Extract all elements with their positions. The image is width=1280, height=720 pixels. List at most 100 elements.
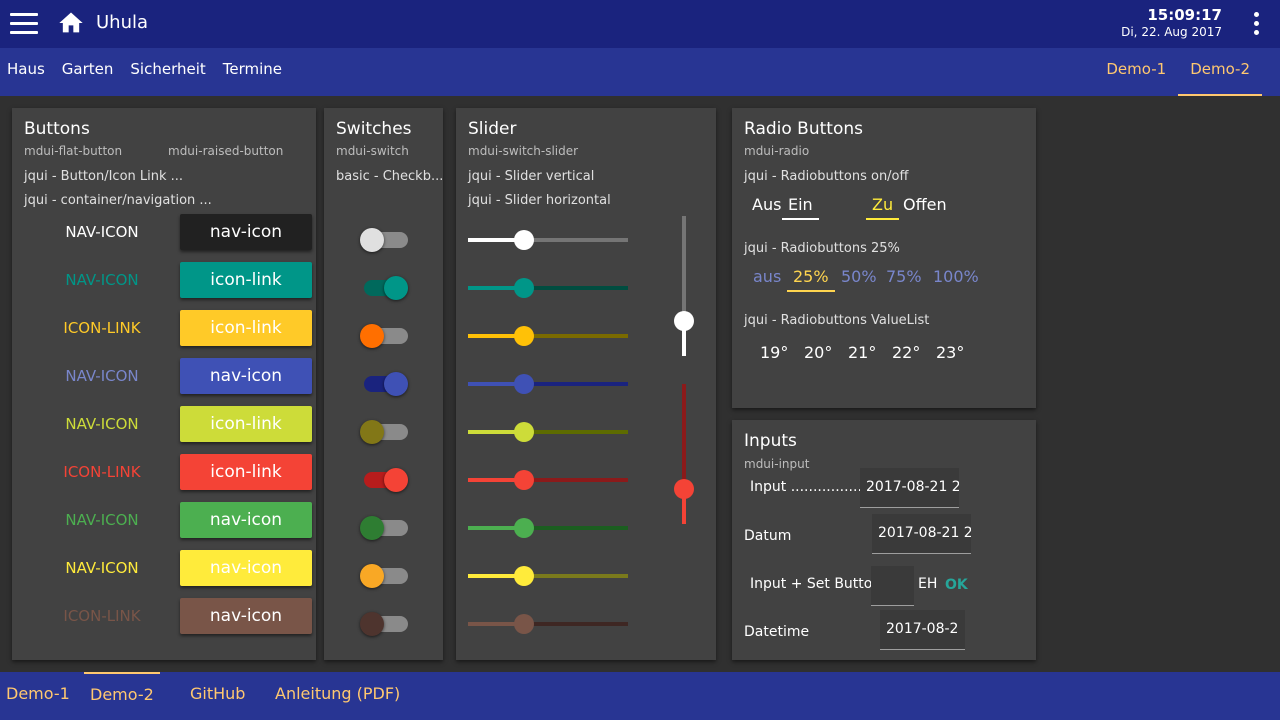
raised-button[interactable]: nav-icon <box>180 214 312 250</box>
text-input[interactable]: 2017-08-21 2 <box>860 468 959 508</box>
flat-button[interactable]: NAV-ICON <box>24 214 180 250</box>
slider-thumb[interactable] <box>514 374 534 394</box>
toggle-switch[interactable] <box>360 512 408 542</box>
button-row: NAV-ICON nav-icon <box>24 550 314 586</box>
button-row: NAV-ICON nav-icon <box>24 214 314 250</box>
card-title: Slider <box>468 119 517 139</box>
radio-pct-25[interactable]: 25% <box>787 264 835 292</box>
tab-demo-1[interactable]: Demo-1 <box>1094 48 1178 96</box>
slider-thumb[interactable] <box>514 278 534 298</box>
horizontal-slider[interactable] <box>468 420 628 444</box>
flat-button[interactable]: NAV-ICON <box>24 358 180 394</box>
card-text: jqui - Slider vertical <box>468 169 595 184</box>
flat-button[interactable]: ICON-LINK <box>24 310 180 346</box>
horizontal-slider[interactable] <box>468 516 628 540</box>
slider-thumb[interactable] <box>514 470 534 490</box>
clock-time: 15:09:17 <box>1147 6 1222 24</box>
radio-temp-19[interactable]: 19° <box>754 340 794 366</box>
flat-button[interactable]: NAV-ICON <box>24 502 180 538</box>
clock-date: Di, 22. Aug 2017 <box>1121 25 1222 39</box>
slider-thumb[interactable] <box>514 566 534 586</box>
toggle-switch[interactable] <box>360 368 408 398</box>
radio-pct-75[interactable]: 75% <box>880 264 928 290</box>
raised-button[interactable]: icon-link <box>180 454 312 490</box>
raised-button[interactable]: icon-link <box>180 310 312 346</box>
horizontal-slider[interactable] <box>468 564 628 588</box>
horizontal-slider[interactable] <box>468 228 628 252</box>
radio-pct-100[interactable]: 100% <box>927 264 985 290</box>
tab-demo-2[interactable]: Demo-2 <box>1178 48 1262 96</box>
raised-button[interactable]: nav-icon <box>180 358 312 394</box>
date-input[interactable]: 2017-08-21 2 <box>872 514 971 554</box>
nav-item-garten[interactable]: Garten <box>55 48 121 96</box>
horizontal-slider[interactable] <box>468 468 628 492</box>
raised-button[interactable]: nav-icon <box>180 550 312 586</box>
flat-button[interactable]: NAV-ICON <box>24 262 180 298</box>
slider-thumb[interactable] <box>514 326 534 346</box>
horizontal-slider[interactable] <box>468 612 628 636</box>
ok-button[interactable]: OK <box>945 577 968 593</box>
flat-button[interactable]: NAV-ICON <box>24 406 180 442</box>
card-subtitle: mdui-switch <box>336 144 409 158</box>
radio-offen[interactable]: Offen <box>897 192 953 218</box>
slider-thumb[interactable] <box>514 518 534 538</box>
switch-thumb <box>360 516 384 540</box>
slider-thumb[interactable] <box>514 230 534 250</box>
nav-item-termine[interactable]: Termine <box>216 48 289 96</box>
set-input[interactable] <box>871 566 914 606</box>
toggle-switch[interactable] <box>360 608 408 638</box>
horizontal-slider[interactable] <box>468 324 628 348</box>
toggle-switch[interactable] <box>360 560 408 590</box>
radio-temp-20[interactable]: 20° <box>798 340 838 366</box>
button-row: NAV-ICON icon-link <box>24 262 314 298</box>
card-text: jqui - Radiobuttons ValueList <box>744 313 930 328</box>
flat-button[interactable]: ICON-LINK <box>24 598 180 634</box>
raised-button[interactable]: nav-icon <box>180 598 312 634</box>
nav-left: Haus Garten Sicherheit Termine <box>0 48 292 96</box>
raised-button[interactable]: nav-icon <box>180 502 312 538</box>
bottom-tab-github[interactable]: GitHub <box>190 672 245 716</box>
switch-thumb <box>360 612 384 636</box>
button-row: ICON-LINK icon-link <box>24 454 314 490</box>
toggle-switch[interactable] <box>360 320 408 350</box>
horizontal-slider[interactable] <box>468 276 628 300</box>
flat-button[interactable]: NAV-ICON <box>24 550 180 586</box>
toggle-switch[interactable] <box>360 416 408 446</box>
bottom-tab-demo-1[interactable]: Demo-1 <box>6 672 70 716</box>
radio-zu[interactable]: Zu <box>866 192 900 220</box>
slider-thumb[interactable] <box>514 422 534 442</box>
radio-temp-22[interactable]: 22° <box>886 340 926 366</box>
raised-button[interactable]: icon-link <box>180 262 312 298</box>
more-vert-icon[interactable] <box>1254 12 1260 39</box>
radio-ein[interactable]: Ein <box>782 192 819 220</box>
card-text: jqui - Radiobuttons 25% <box>744 241 900 256</box>
switch-thumb <box>384 276 408 300</box>
slider-thumb[interactable] <box>674 479 694 499</box>
radio-pct-50[interactable]: 50% <box>835 264 883 290</box>
slider-thumb[interactable] <box>514 614 534 634</box>
radio-temp-21[interactable]: 21° <box>842 340 882 366</box>
card-subtitle: mdui-radio <box>744 144 810 158</box>
raised-button[interactable]: icon-link <box>180 406 312 442</box>
nav-item-haus[interactable]: Haus <box>0 48 52 96</box>
bottom-tab-anleitung-pdf-[interactable]: Anleitung (PDF) <box>275 672 400 716</box>
flat-button[interactable]: ICON-LINK <box>24 454 180 490</box>
horizontal-slider[interactable] <box>468 372 628 396</box>
toggle-switch[interactable] <box>360 224 408 254</box>
slider-thumb[interactable] <box>674 311 694 331</box>
vertical-slider[interactable] <box>672 216 696 356</box>
hamburger-icon[interactable] <box>10 13 38 35</box>
datetime-input[interactable]: 2017-08-2 <box>880 610 965 650</box>
toggle-switch[interactable] <box>360 272 408 302</box>
radio-temp-23[interactable]: 23° <box>930 340 970 366</box>
home-icon[interactable] <box>56 9 86 37</box>
vertical-slider[interactable] <box>672 384 696 524</box>
input-label: Input ................. <box>750 479 867 495</box>
nav-bar: Haus Garten Sicherheit Termine Demo-1 Demo-2 <box>0 48 1280 96</box>
nav-item-sicherheit[interactable]: Sicherheit <box>123 48 212 96</box>
bottom-tab-demo-2[interactable]: Demo-2 <box>84 672 160 716</box>
toggle-switch[interactable] <box>360 464 408 494</box>
card-text: jqui - Button/Icon Link ... <box>24 169 184 184</box>
radio-pct-aus[interactable]: aus <box>747 264 787 290</box>
app-bar: Uhula 15:09:17 Di, 22. Aug 2017 <box>0 0 1280 48</box>
